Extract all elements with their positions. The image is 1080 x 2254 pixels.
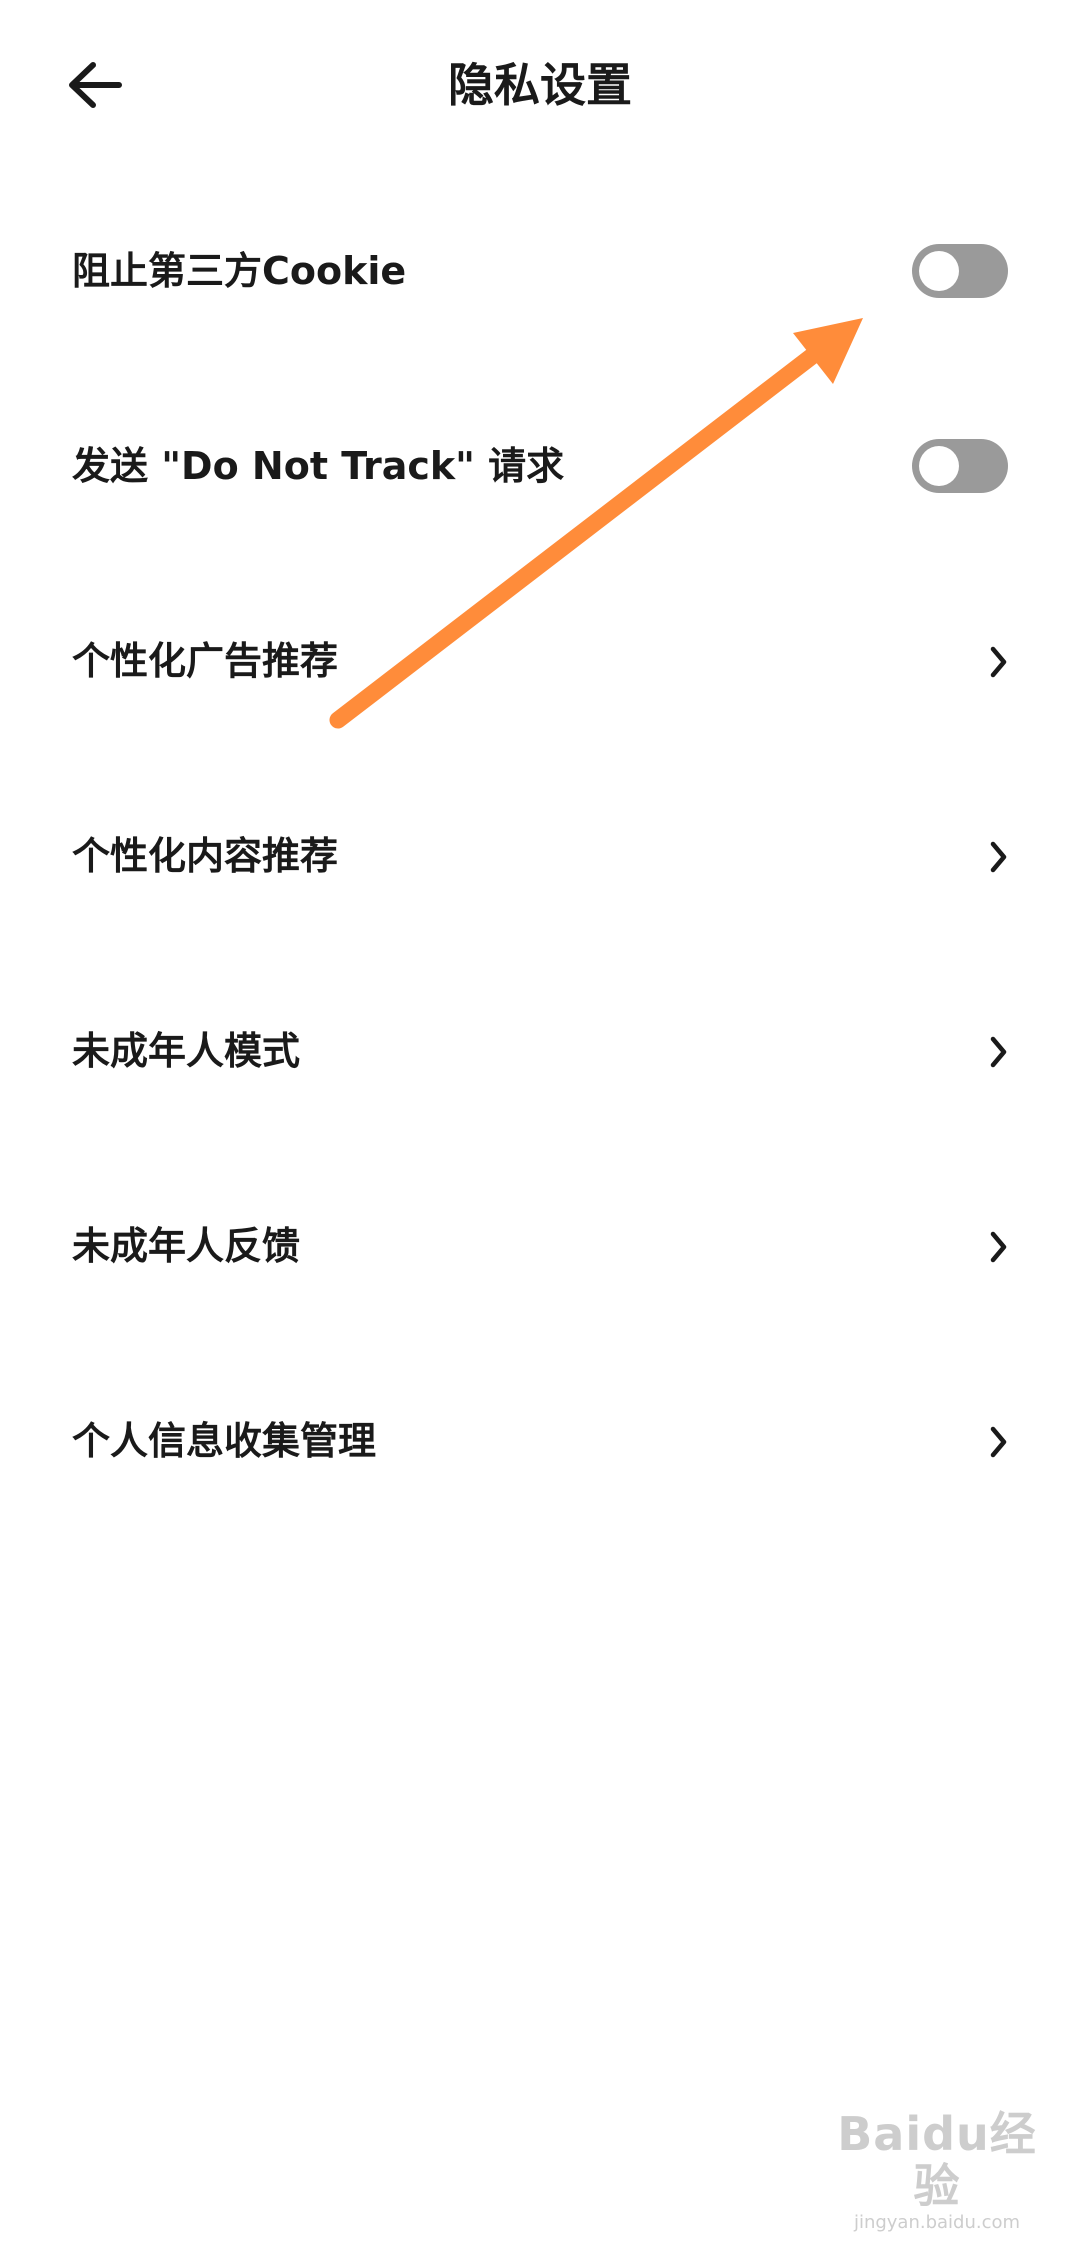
- chevron-right-icon: [990, 646, 1007, 678]
- watermark-url: jingyan.baidu.com: [853, 2212, 1021, 2233]
- toggle-knob: [919, 446, 959, 486]
- setting-personalized-content[interactable]: 个性化内容推荐: [0, 759, 1080, 954]
- chevron-right-icon: [990, 841, 1007, 873]
- setting-block-third-party-cookie[interactable]: 阻止第三方Cookie: [0, 174, 1080, 369]
- setting-label: 未成年人模式: [72, 1029, 301, 1073]
- setting-label: 个人信息收集管理: [72, 1419, 377, 1463]
- chevron-right-icon: [990, 1426, 1007, 1458]
- chevron-right-icon: [990, 1231, 1007, 1263]
- settings-list: 阻止第三方Cookie 发送 "Do Not Track" 请求 个性化广告推荐…: [0, 174, 1080, 1539]
- header: 隐私设置: [0, 0, 1080, 170]
- watermark-logo: Baidu经验: [837, 2107, 1037, 2213]
- setting-label: 个性化广告推荐: [72, 639, 339, 683]
- block-third-party-cookie-toggle[interactable]: [912, 244, 1008, 298]
- setting-do-not-track[interactable]: 发送 "Do Not Track" 请求: [0, 369, 1080, 564]
- setting-personalized-ads[interactable]: 个性化广告推荐: [0, 564, 1080, 759]
- page-title: 隐私设置: [448, 58, 632, 112]
- setting-label: 个性化内容推荐: [72, 834, 339, 878]
- do-not-track-toggle[interactable]: [912, 439, 1008, 493]
- setting-personal-info-collection[interactable]: 个人信息收集管理: [0, 1344, 1080, 1539]
- baidu-jingyan-watermark: Baidu经验 jingyan.baidu.com: [832, 2108, 1042, 2234]
- setting-label: 未成年人反馈: [72, 1224, 301, 1268]
- chevron-right-icon: [990, 1036, 1007, 1068]
- setting-label: 阻止第三方Cookie: [72, 249, 407, 293]
- setting-label: 发送 "Do Not Track" 请求: [72, 444, 565, 488]
- toggle-knob: [919, 251, 959, 291]
- setting-minor-feedback[interactable]: 未成年人反馈: [0, 1149, 1080, 1344]
- setting-minor-mode[interactable]: 未成年人模式: [0, 954, 1080, 1149]
